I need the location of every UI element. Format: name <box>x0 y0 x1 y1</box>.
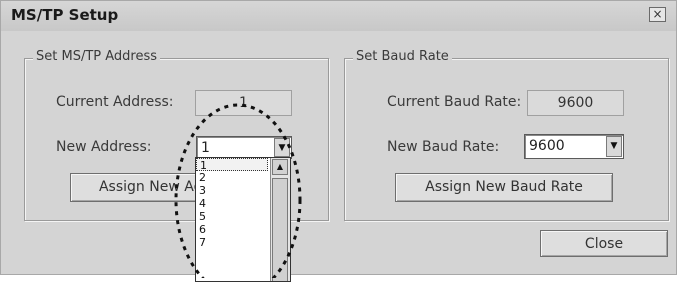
dialog-title: MS/TP Setup <box>11 6 119 24</box>
mstp-setup-dialog: MS/TP Setup × Set MS/TP Address Current … <box>0 0 677 275</box>
new-address-value: 1 <box>201 140 210 156</box>
dropdown-scrollbar[interactable]: ▲ <box>270 158 290 281</box>
chevron-down-icon[interactable]: ▼ <box>274 138 290 157</box>
new-baud-rate-combo[interactable]: 9600 ▼ <box>524 134 624 159</box>
current-address-label: Current Address: <box>56 94 174 110</box>
dropdown-option[interactable]: 4 <box>196 197 268 210</box>
new-address-combo[interactable]: 1 ▼ <box>196 136 292 159</box>
assign-new-baud-rate-button[interactable]: Assign New Baud Rate <box>395 173 613 202</box>
dropdown-option[interactable]: 7 <box>196 236 268 249</box>
title-bar: MS/TP Setup × <box>1 1 676 31</box>
close-button[interactable]: Close <box>540 230 668 257</box>
new-address-label: New Address: <box>56 139 152 155</box>
new-baud-rate-label: New Baud Rate: <box>387 139 500 155</box>
address-dropdown-list[interactable]: 1234567 ▲ <box>195 157 291 282</box>
new-baud-rate-value: 9600 <box>529 138 565 154</box>
dropdown-option[interactable]: 6 <box>196 223 268 236</box>
current-baud-rate-value: 9600 <box>527 90 624 116</box>
chevron-down-icon[interactable]: ▼ <box>606 136 622 157</box>
dropdown-option[interactable]: 2 <box>196 171 268 184</box>
dropdown-option[interactable]: 5 <box>196 210 268 223</box>
scroll-thumb[interactable] <box>272 178 288 281</box>
baud-group-legend: Set Baud Rate <box>353 49 452 64</box>
dropdown-option[interactable]: 3 <box>196 184 268 197</box>
address-group-legend: Set MS/TP Address <box>33 49 161 64</box>
current-address-value: 1 <box>195 90 292 116</box>
close-icon[interactable]: × <box>649 7 666 22</box>
chevron-up-icon[interactable]: ▲ <box>272 159 288 175</box>
dropdown-option[interactable]: 1 <box>196 158 268 172</box>
current-baud-rate-label: Current Baud Rate: <box>387 94 522 110</box>
